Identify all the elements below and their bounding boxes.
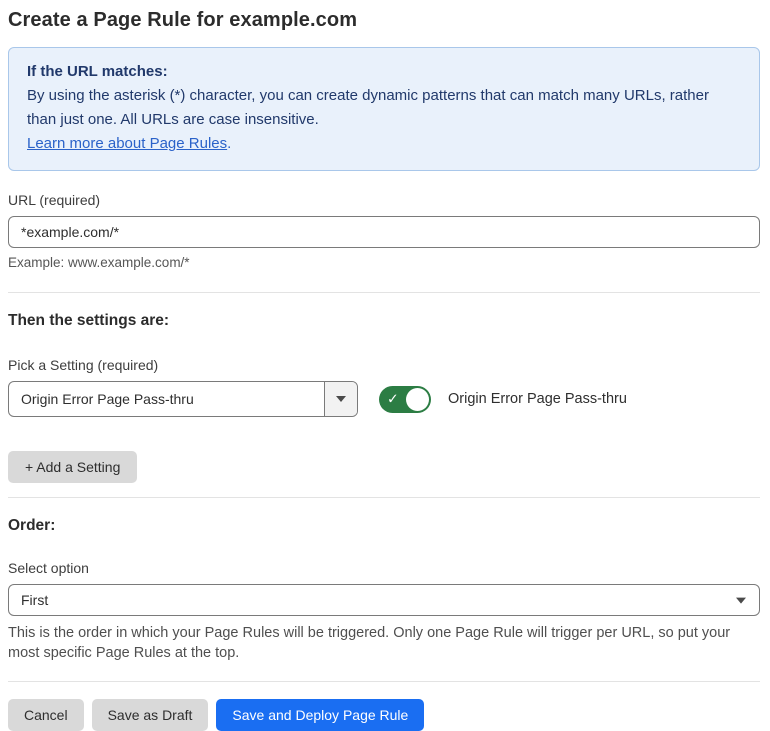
info-box-heading: If the URL matches: xyxy=(27,63,168,80)
url-field-label: URL (required) xyxy=(8,192,101,208)
divider xyxy=(8,292,760,293)
origin-error-toggle[interactable]: ✓ xyxy=(379,385,431,413)
order-help-text: This is the order in which your Page Rul… xyxy=(8,625,731,661)
info-box-link-line: Learn more about Page Rules. xyxy=(27,132,741,156)
setting-select[interactable]: Origin Error Page Pass-thru xyxy=(8,381,358,417)
chevron-down-icon xyxy=(736,597,746,604)
setting-row: Origin Error Page Pass-thru ✓ Origin Err… xyxy=(8,381,760,417)
save-as-draft-button[interactable]: Save as Draft xyxy=(91,699,209,731)
setting-toggle-group: ✓ Origin Error Page Pass-thru xyxy=(379,385,627,413)
info-box-body: By using the asterisk (*) character, you… xyxy=(27,87,709,128)
toggle-knob xyxy=(406,387,429,411)
setting-picker-label: Pick a Setting (required) xyxy=(8,357,159,373)
settings-section-heading: Then the settings are: xyxy=(8,312,170,329)
setting-select-arrow-button[interactable] xyxy=(324,382,357,416)
footer-actions: Cancel Save as Draft Save and Deploy Pag… xyxy=(8,699,760,731)
page-rule-form: Create a Page Rule for example.com If th… xyxy=(0,0,770,731)
order-select-label: Select option xyxy=(8,560,89,576)
url-match-info-box: If the URL matches: By using the asteris… xyxy=(8,47,760,171)
toggle-label: Origin Error Page Pass-thru xyxy=(448,391,627,407)
chevron-down-icon xyxy=(336,396,346,402)
order-select-value: First xyxy=(21,592,49,608)
divider xyxy=(8,681,760,682)
order-select[interactable]: First xyxy=(8,584,760,616)
cancel-button[interactable]: Cancel xyxy=(8,699,84,731)
page-title: Create a Page Rule for example.com xyxy=(8,9,358,31)
add-setting-button[interactable]: + Add a Setting xyxy=(8,451,138,483)
setting-select-value: Origin Error Page Pass-thru xyxy=(21,391,194,407)
check-icon: ✓ xyxy=(387,390,399,407)
order-section-heading: Order: xyxy=(8,517,56,534)
save-and-deploy-button[interactable]: Save and Deploy Page Rule xyxy=(216,699,425,731)
learn-more-link[interactable]: Learn more about Page Rules xyxy=(27,135,227,152)
divider xyxy=(8,497,760,498)
link-suffix: . xyxy=(227,135,232,152)
url-example-text: Example: www.example.com/* xyxy=(8,255,190,270)
url-input[interactable] xyxy=(8,216,760,248)
